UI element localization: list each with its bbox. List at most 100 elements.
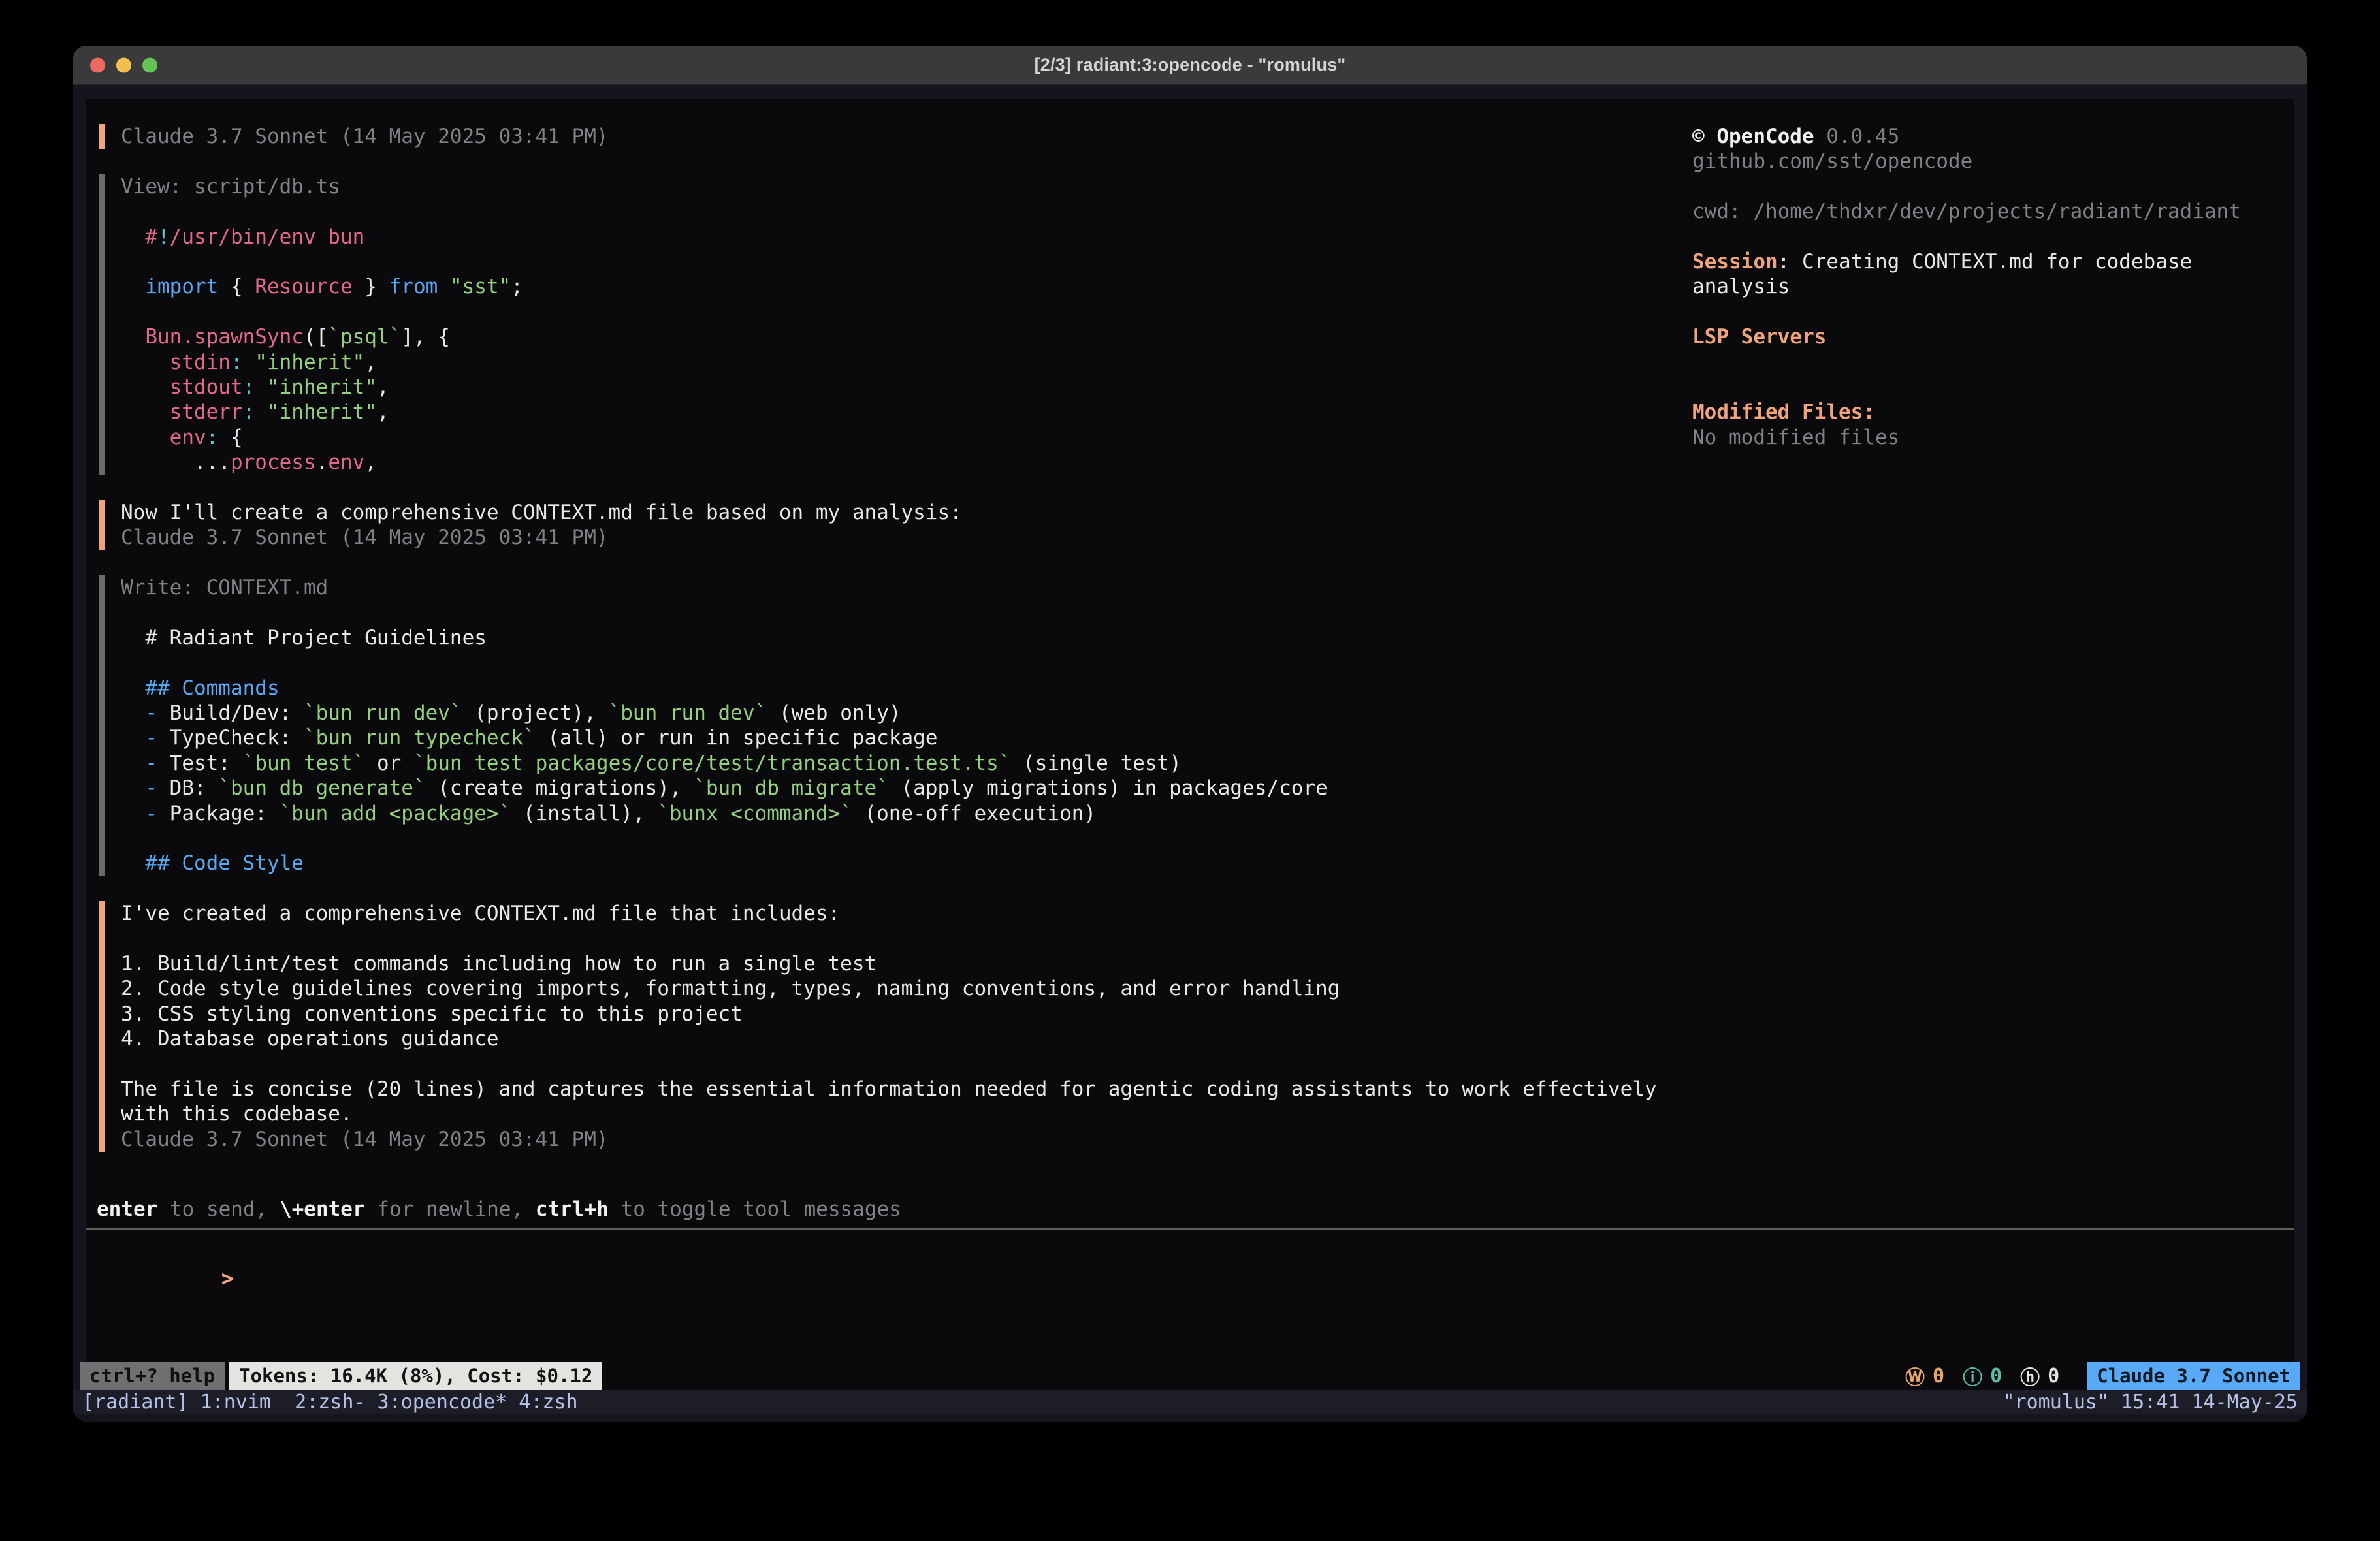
message-block-bar bbox=[99, 801, 105, 826]
message-block-bar bbox=[99, 927, 105, 951]
chat-line: - Test: `bun test` or `bun test packages… bbox=[86, 751, 2294, 776]
sidebar-line: LSP Servers bbox=[1692, 325, 2241, 349]
window-titlebar[interactable]: [2/3] radiant:3:opencode - "romulus" bbox=[73, 46, 2307, 85]
message-block-bar bbox=[99, 776, 105, 801]
warnings-count: 0 bbox=[1933, 1365, 1944, 1388]
message-block-bar bbox=[99, 1002, 105, 1026]
message-block-bar bbox=[99, 901, 105, 926]
tmux-status-bar: [radiant] 1:nvim 2:zsh- 3:opencode* 4:zs… bbox=[73, 1390, 2307, 1414]
sidebar-line: cwd: /home/thdxr/dev/projects/radiant/ra… bbox=[1692, 199, 2241, 224]
message-block-bar bbox=[99, 1127, 105, 1152]
message-block-bar bbox=[99, 300, 105, 325]
chat-line bbox=[86, 650, 2294, 675]
minimize-button[interactable] bbox=[116, 57, 131, 72]
help-chip[interactable]: ctrl+? help bbox=[80, 1362, 225, 1390]
opencode-app: Claude 3.7 Sonnet (14 May 2025 03:41 PM)… bbox=[86, 99, 2294, 1390]
terminal-content: Claude 3.7 Sonnet (14 May 2025 03:41 PM)… bbox=[73, 86, 2307, 1422]
chat-line: Claude 3.7 Sonnet (14 May 2025 03:41 PM) bbox=[86, 525, 2294, 550]
message-block-bar bbox=[99, 626, 105, 650]
message-block-bar bbox=[99, 375, 105, 400]
chat-line bbox=[86, 927, 2294, 951]
info-icon: ⓘ bbox=[1963, 1361, 1982, 1390]
message-block-bar bbox=[99, 600, 105, 625]
chat-line: 4. Database operations guidance bbox=[86, 1026, 2294, 1051]
chat-line: 3. CSS styling conventions specific to t… bbox=[86, 1002, 2294, 1026]
sidebar-line bbox=[1692, 300, 2241, 325]
hints-count: 0 bbox=[2048, 1365, 2059, 1388]
sidebar-line: Modified Files: bbox=[1692, 400, 2241, 424]
tokens-cost-indicator: Tokens: 16.4K (8%), Cost: $0.12 bbox=[229, 1362, 602, 1390]
chat-line: ...process.env, bbox=[86, 450, 2294, 475]
message-block-bar bbox=[99, 1077, 105, 1102]
chat-line: I've created a comprehensive CONTEXT.md … bbox=[86, 901, 2294, 926]
message-block-bar bbox=[99, 400, 105, 424]
sidebar-line bbox=[1692, 350, 2241, 375]
message-block-bar bbox=[99, 826, 105, 851]
info-count: 0 bbox=[1990, 1365, 2002, 1388]
terminal-window: [2/3] radiant:3:opencode - "romulus" Cla… bbox=[73, 46, 2307, 1422]
tmux-window-list[interactable]: [radiant] 1:nvim 2:zsh- 3:opencode* 4:zs… bbox=[82, 1391, 578, 1414]
chat-line: # Radiant Project Guidelines bbox=[86, 626, 2294, 650]
sidebar-line bbox=[1692, 225, 2241, 249]
chat-line bbox=[86, 600, 2294, 625]
message-block-bar bbox=[99, 425, 105, 450]
diagnostic-info: ⓘ0 bbox=[1963, 1361, 2002, 1390]
message-block-bar bbox=[99, 725, 105, 750]
chat-line bbox=[86, 550, 2294, 575]
maximize-button[interactable] bbox=[142, 57, 157, 72]
sidebar-line bbox=[1692, 174, 2241, 199]
message-block-bar bbox=[99, 751, 105, 776]
chat-line bbox=[86, 1051, 2294, 1076]
chat-line: ## Code Style bbox=[86, 851, 2294, 876]
tmux-host-clock: "romulus" 15:41 14-May-25 bbox=[2002, 1391, 2298, 1414]
message-block-bar bbox=[99, 225, 105, 249]
message-block-bar bbox=[99, 575, 105, 600]
message-block-bar bbox=[99, 124, 105, 149]
sidebar-line bbox=[1692, 375, 2241, 400]
message-block-bar bbox=[99, 274, 105, 299]
warnings-icon: Ⓦ bbox=[1905, 1361, 1925, 1390]
message-block-bar bbox=[99, 350, 105, 375]
chat-line: 1. Build/lint/test commands including ho… bbox=[86, 951, 2294, 976]
message-block-bar bbox=[99, 199, 105, 224]
status-bar: ctrl+? help Tokens: 16.4K (8%), Cost: $0… bbox=[80, 1362, 2300, 1390]
message-block-bar bbox=[99, 951, 105, 976]
chat-line: ## Commands bbox=[86, 676, 2294, 701]
message-block-bar bbox=[99, 851, 105, 876]
message-block-bar bbox=[99, 249, 105, 274]
sidebar-line: analysis bbox=[1692, 274, 2241, 299]
prompt-symbol: > bbox=[221, 1265, 234, 1291]
sidebar-line: github.com/sst/opencode bbox=[1692, 149, 2241, 174]
input-zone: enter to send, \+enter for newline, ctrl… bbox=[86, 1197, 2294, 1266]
message-block-bar bbox=[99, 1102, 105, 1126]
message-block-bar bbox=[99, 676, 105, 701]
sidebar-line: No modified files bbox=[1692, 425, 2241, 450]
sidebar-line: Session: Creating CONTEXT.md for codebas… bbox=[1692, 249, 2241, 274]
message-block-bar bbox=[99, 450, 105, 475]
sidebar-line: © OpenCode 0.0.45 bbox=[1692, 124, 2241, 149]
message-block-bar bbox=[99, 500, 105, 525]
keybinding-help: enter to send, \+enter for newline, ctrl… bbox=[86, 1197, 2294, 1222]
message-block-bar bbox=[99, 525, 105, 550]
message-block-bar bbox=[99, 174, 105, 199]
message-block-bar bbox=[99, 650, 105, 675]
window-title: [2/3] radiant:3:opencode - "romulus" bbox=[1035, 55, 1346, 75]
model-chip[interactable]: Claude 3.7 Sonnet bbox=[2087, 1362, 2300, 1390]
chat-line: - DB: `bun db generate` (create migratio… bbox=[86, 776, 2294, 801]
message-block-bar bbox=[99, 325, 105, 349]
chat-line: 2. Code style guidelines covering import… bbox=[86, 976, 2294, 1001]
chat-line: Write: CONTEXT.md bbox=[86, 575, 2294, 600]
diagnostic-hints: ⓗ0 bbox=[2020, 1361, 2059, 1390]
lsp-diagnostics-counters: Ⓦ0ⓘ0ⓗ0 bbox=[1905, 1361, 2059, 1390]
close-button[interactable] bbox=[90, 57, 105, 72]
chat-line: Claude 3.7 Sonnet (14 May 2025 03:41 PM) bbox=[86, 1127, 2294, 1152]
chat-line: Now I'll create a comprehensive CONTEXT.… bbox=[86, 500, 2294, 525]
diagnostic-warnings: Ⓦ0 bbox=[1905, 1361, 1944, 1390]
message-input[interactable]: > bbox=[86, 1241, 2294, 1265]
message-block-bar bbox=[99, 701, 105, 725]
chat-line: - Build/Dev: `bun run dev` (project), `b… bbox=[86, 701, 2294, 725]
message-block-bar bbox=[99, 1051, 105, 1076]
chat-line: - Package: `bun add <package>` (install)… bbox=[86, 801, 2294, 826]
message-block-bar bbox=[99, 976, 105, 1001]
traffic-lights bbox=[90, 57, 157, 72]
